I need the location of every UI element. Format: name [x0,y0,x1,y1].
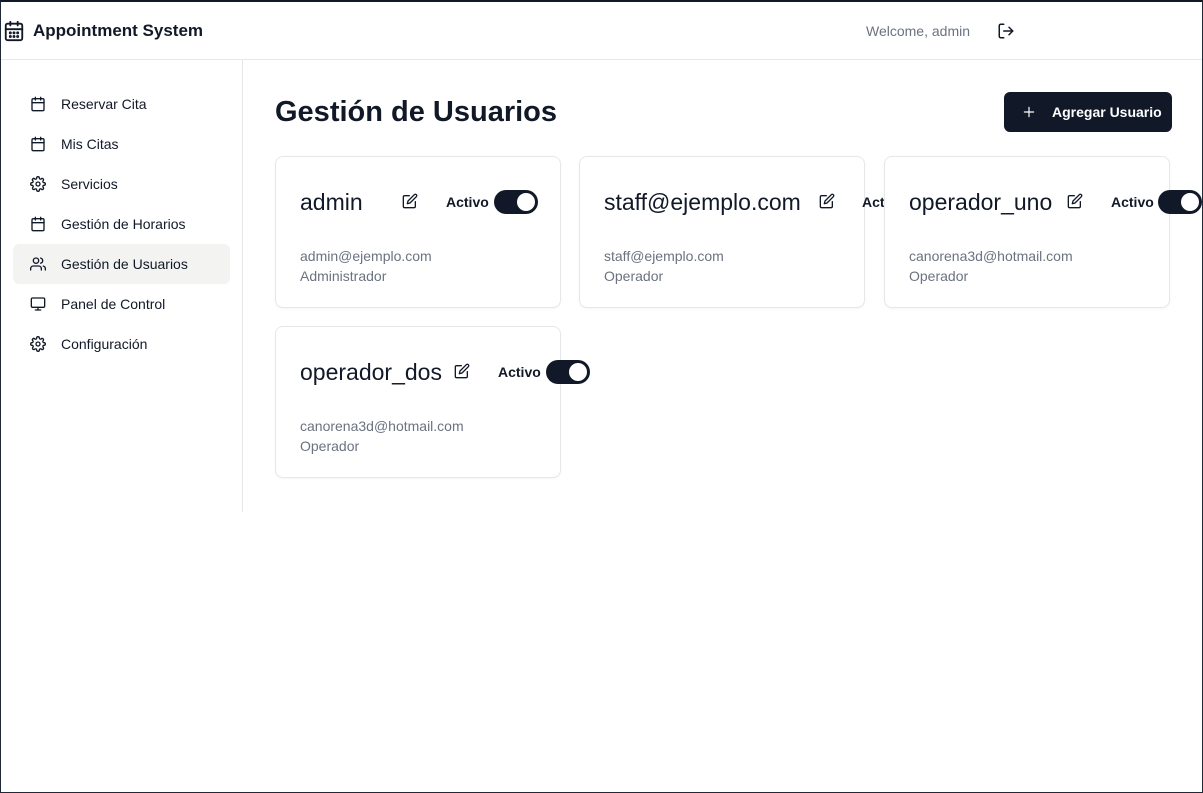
sidebar-item-configuracion[interactable]: Configuración [13,324,230,364]
user-card: operador_dos Activo canorena3d@hotmail.c… [275,326,590,478]
user-email: canorena3d@hotmail.com [909,248,1073,264]
sidebar-item-label: Servicios [61,176,118,192]
user-role: Operador [300,438,360,454]
status-clip: Activo [860,193,884,213]
user-card: operador_uno Activo canorena3d@hotmail.c… [884,156,1202,308]
toggle-knob [517,193,535,211]
plus-icon [1023,106,1035,118]
sidebar-item-label: Configuración [61,336,148,352]
sidebar-item-gestion-usuarios[interactable]: Gestión de Usuarios [13,244,230,284]
sidebar-item-gestion-horarios[interactable]: Gestión de Horarios [13,204,230,244]
user-name: staff@ejemplo.com [604,189,801,215]
logout-icon[interactable] [997,22,1015,40]
user-email: staff@ejemplo.com [604,248,724,264]
user-name: operador_uno [909,189,1053,215]
calendar-icon [31,96,45,112]
sidebar-item-servicios[interactable]: Servicios [13,164,230,204]
status-label: Activo [446,194,489,210]
user-role: Administrador [300,268,387,284]
add-user-button[interactable]: Agregar Usuario [1004,92,1172,132]
sidebar-item-panel-control[interactable]: Panel de Control [13,284,230,324]
sidebar-item-label: Gestión de Usuarios [61,256,188,272]
sidebar-item-label: Reservar Cita [61,96,147,112]
sidebar-item-label: Panel de Control [61,296,166,312]
active-toggle[interactable] [546,360,590,384]
add-user-label: Agregar Usuario [1052,104,1162,120]
user-card: staff@ejemplo.com Activo staff@ejemplo.c… [579,156,884,308]
gear-icon [30,176,46,192]
sidebar-item-reservar-cita[interactable]: Reservar Cita [13,84,230,124]
active-toggle[interactable] [1158,190,1202,214]
status-label: Activo [1111,194,1154,210]
edit-icon[interactable] [402,193,418,209]
user-name: admin [300,189,363,215]
status-label: Activo [862,194,884,210]
app-title: Appointment System [33,21,204,40]
user-role: Operador [604,268,664,284]
calendar-icon [31,136,45,152]
users-icon [30,257,46,271]
user-email: admin@ejemplo.com [300,248,432,264]
edit-icon[interactable] [454,363,470,379]
monitor-icon [30,297,46,311]
calendar-icon [31,216,45,232]
calendar-logo-icon [4,20,24,42]
toggle-knob [569,363,587,381]
welcome-text: Welcome, admin [866,23,971,39]
edit-icon[interactable] [819,193,835,209]
sidebar: Reservar Cita Mis Citas Servicios Gestió… [1,60,243,512]
page-title: Gestión de Usuarios [275,96,558,128]
user-card: admin Activo admin@ejemplo.com Administr… [275,156,561,308]
user-role: Operador [909,268,969,284]
status-label: Activo [498,364,541,380]
top-bar: Appointment System Welcome, admin [1,2,1202,60]
sidebar-item-label: Gestión de Horarios [61,216,186,232]
toggle-knob [1181,193,1199,211]
user-name: operador_dos [300,359,442,385]
sidebar-item-label: Mis Citas [61,136,119,152]
gear-icon [30,336,46,352]
brand: Appointment System [3,20,203,42]
edit-icon[interactable] [1067,193,1083,209]
active-toggle[interactable] [494,190,538,214]
sidebar-item-mis-citas[interactable]: Mis Citas [13,124,230,164]
user-email: canorena3d@hotmail.com [300,418,464,434]
